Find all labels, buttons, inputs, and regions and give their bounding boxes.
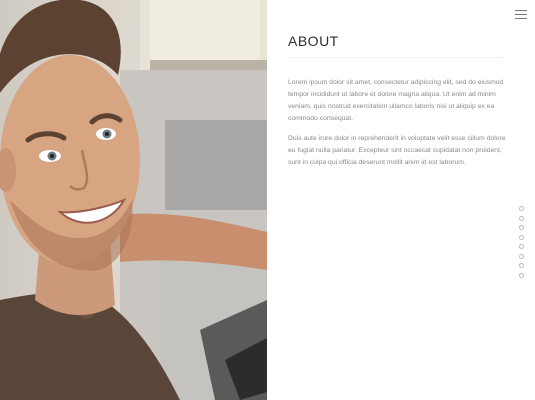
nav-dot[interactable] xyxy=(519,234,524,240)
about-paragraph-1: Lorem ipsum dolor sit amet, consectetur … xyxy=(288,79,504,122)
nav-dot[interactable] xyxy=(519,272,524,278)
page-title: ABOUT xyxy=(288,33,339,49)
nav-dot[interactable] xyxy=(519,215,524,221)
section-dot-nav xyxy=(519,206,525,282)
nav-dot[interactable] xyxy=(519,225,524,230)
nav-dot[interactable] xyxy=(519,253,524,259)
hero-photo xyxy=(0,0,267,400)
title-divider xyxy=(288,57,503,58)
smiling-man-photo xyxy=(0,0,267,400)
about-content: ABOUT Lorem ipsum dolor sit amet, consec… xyxy=(267,0,535,400)
nav-dot[interactable] xyxy=(519,206,524,211)
nav-dot[interactable] xyxy=(519,244,524,249)
about-paragraph-2: Duis aute irure dolor in reprehenderit i… xyxy=(288,135,506,166)
hamburger-menu-icon[interactable] xyxy=(515,10,527,20)
nav-dot[interactable] xyxy=(519,263,524,268)
